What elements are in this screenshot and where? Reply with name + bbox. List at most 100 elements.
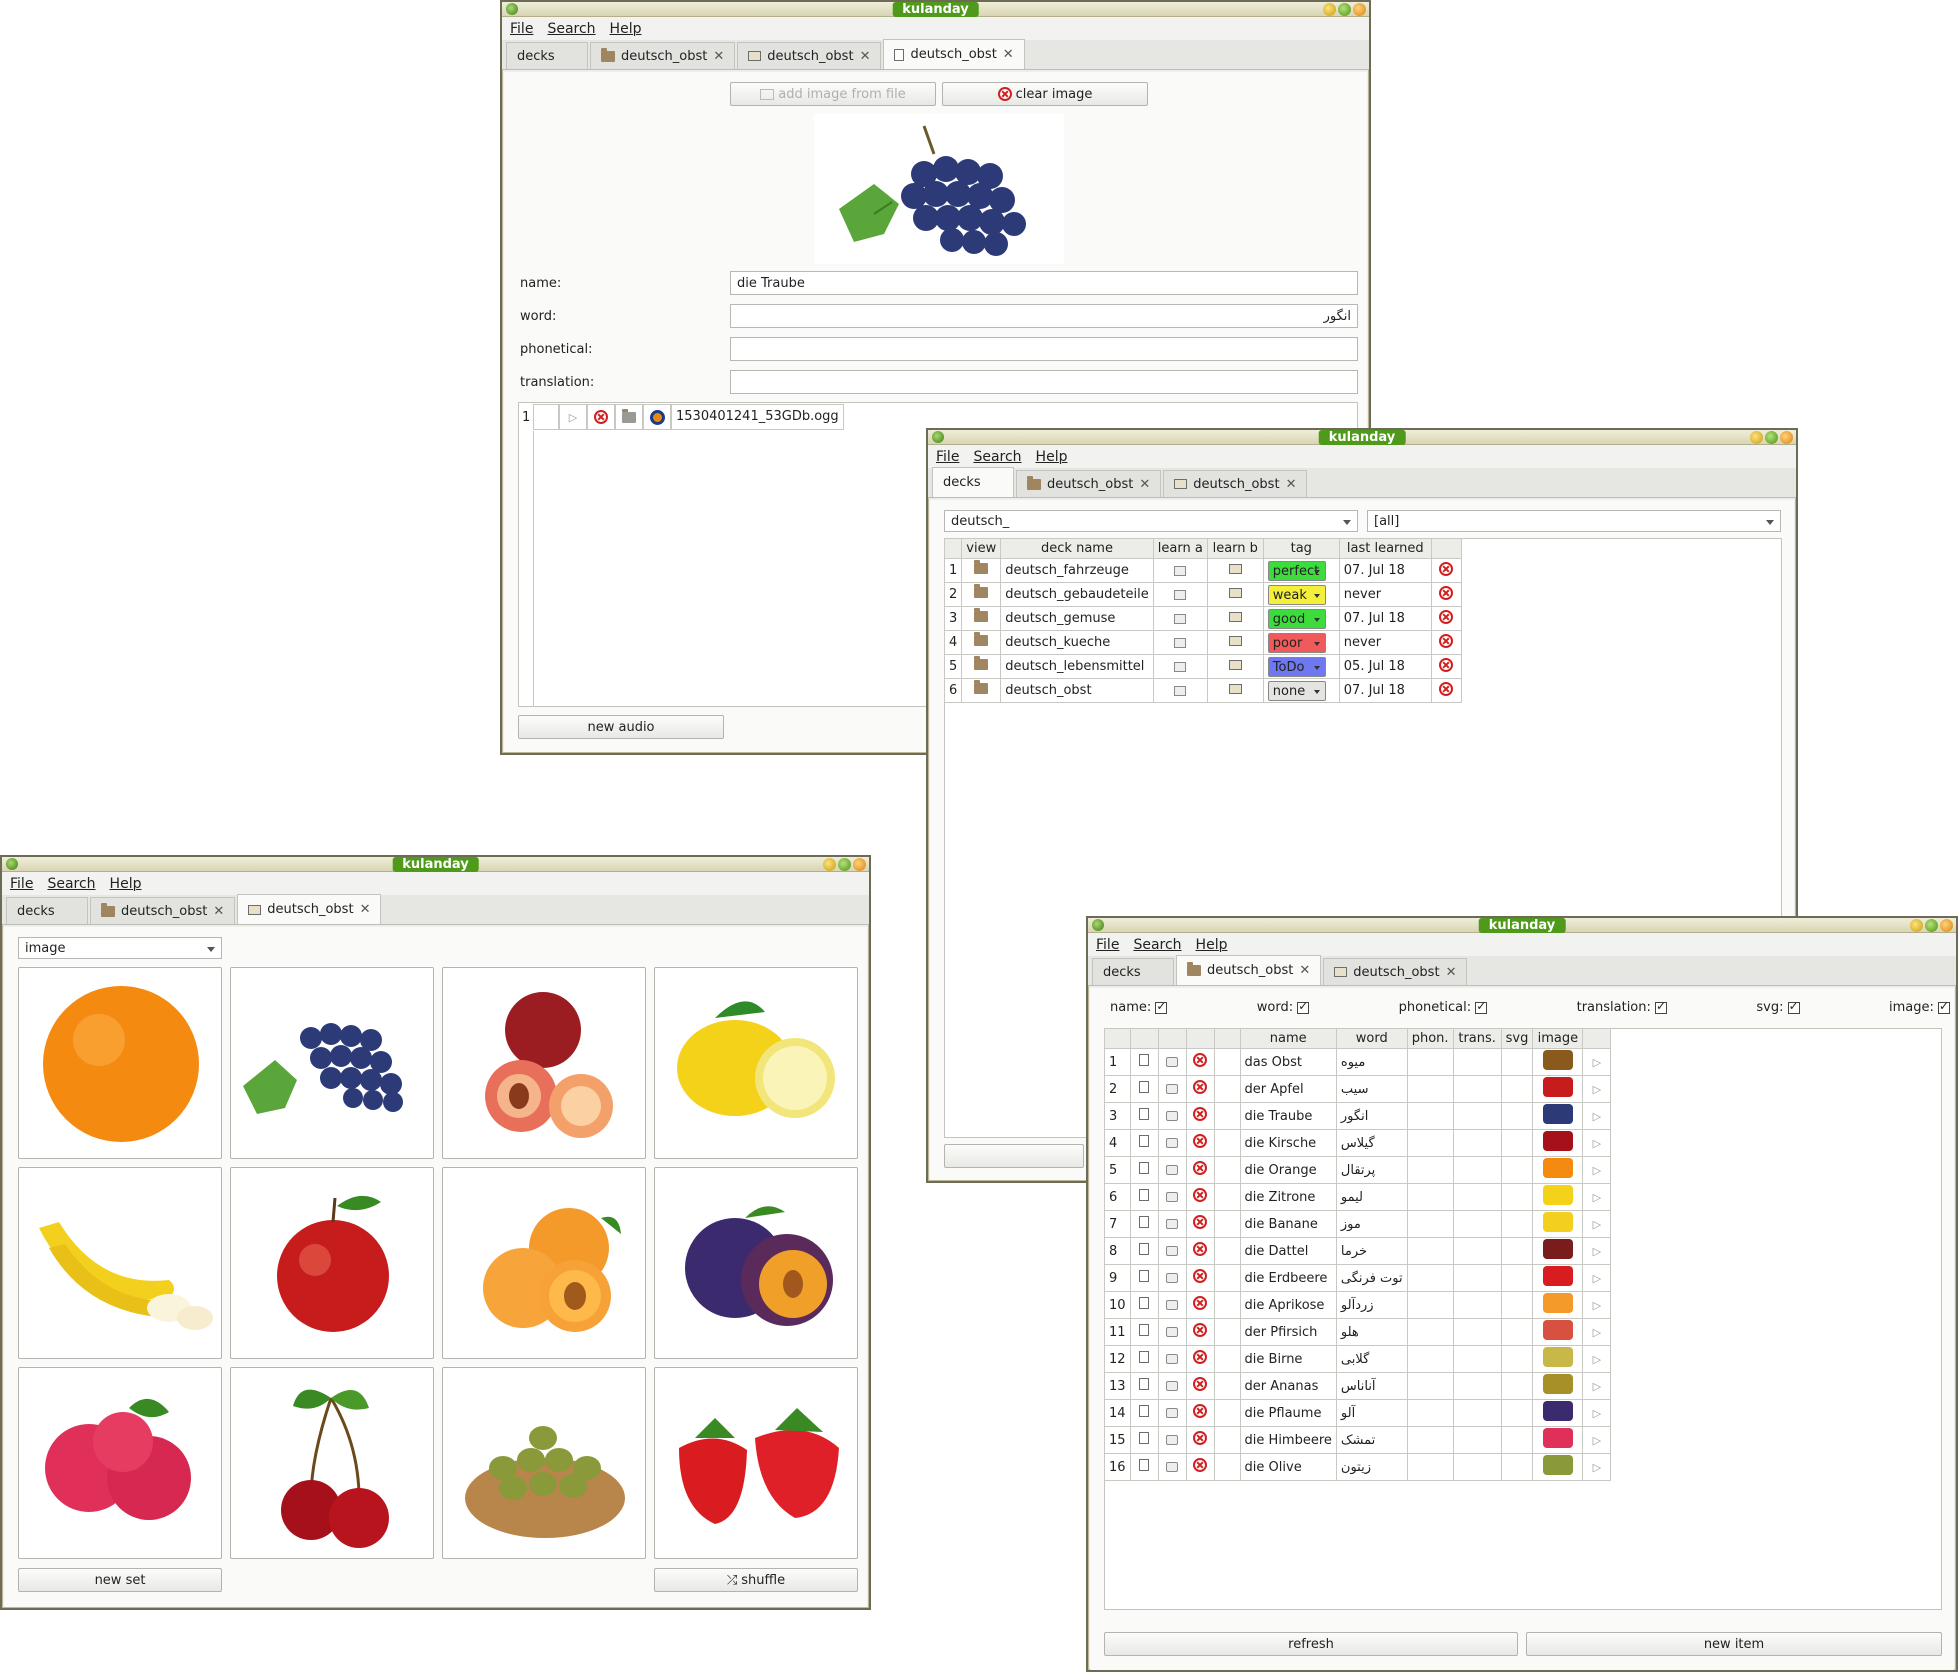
play-icon[interactable]: ▷ [1593,1434,1601,1447]
tag-select[interactable]: poor [1267,632,1326,653]
titlebar[interactable]: kulanday [2,857,869,872]
learn-a-icon[interactable] [1174,685,1187,696]
cherry-card[interactable] [230,1367,434,1559]
open-folder-icon[interactable] [1166,1462,1179,1472]
edit-item-icon[interactable] [1139,1459,1150,1471]
delete-deck-icon[interactable] [1439,657,1454,672]
delete-deck-icon[interactable] [1439,561,1454,576]
edit-item-icon[interactable] [1139,1405,1150,1417]
open-folder-icon[interactable] [1166,1381,1179,1391]
open-folder-icon[interactable] [1166,1057,1179,1067]
maximize-icon[interactable] [1925,919,1938,932]
tab-decks[interactable]: decks [506,42,588,69]
tab-quiz-obst[interactable]: deutsch_obst ✕ [737,42,882,69]
toggle-translation-checkbox[interactable] [1655,999,1668,1014]
close-tab-icon[interactable]: ✕ [860,49,871,64]
titlebar[interactable]: kulanday [1088,918,1956,933]
learn-b-icon[interactable] [1228,636,1242,646]
open-folder-icon[interactable] [1166,1354,1179,1364]
item-row[interactable]: 5 die Orange پرتقال ▷ [1104,1156,1612,1184]
delete-item-icon[interactable] [1193,1323,1208,1337]
menu-help[interactable]: Help [1036,449,1068,465]
deck-row[interactable]: 1 deutsch_fahrzeuge perfect 07. Jul 18 [943,558,1462,583]
item-row[interactable]: 9 die Erdbeere توت فرنگی ▷ [1104,1264,1612,1292]
item-row[interactable]: 12 die Birne گلابی ▷ [1104,1345,1612,1373]
new-item-button[interactable]: new item [1526,1632,1942,1656]
tag-filter-combo[interactable]: [all] [1367,510,1781,532]
close-tab-icon[interactable]: ✕ [1299,963,1310,978]
open-deck-folder-icon[interactable] [974,656,989,670]
delete-item-icon[interactable] [1193,1107,1208,1121]
delete-deck-icon[interactable] [1439,681,1454,696]
toggle-name-checkbox[interactable] [1155,999,1168,1014]
col-image[interactable]: image [1532,1028,1584,1049]
tag-select[interactable]: ToDo [1267,656,1326,677]
close-tab-icon[interactable]: ✕ [1286,477,1297,492]
peach-card[interactable] [442,967,646,1159]
item-row[interactable]: 16 die Olive زیتون ▷ [1104,1453,1612,1481]
item-row[interactable]: 3 die Traube انگور ▷ [1104,1102,1612,1130]
menu-file[interactable]: File [1096,937,1119,953]
new-audio-button[interactable]: new audio [518,715,724,739]
tag-select[interactable]: good [1267,608,1326,629]
banana-card[interactable] [18,1167,222,1359]
col-name[interactable]: name [1239,1028,1337,1049]
menu-search[interactable]: Search [547,21,595,37]
titlebar[interactable]: kulanday [502,2,1369,17]
tab-deck-obst[interactable]: deutsch_obst ✕ [90,897,236,924]
strawberry-card[interactable] [654,1367,858,1559]
menu-file[interactable]: File [936,449,959,465]
olive-card[interactable] [442,1367,646,1559]
item-row[interactable]: 7 die Banane موز ▷ [1104,1210,1612,1238]
open-folder-icon[interactable] [1166,1408,1179,1418]
delete-deck-icon[interactable] [1439,633,1454,648]
toggle-phonetical-checkbox[interactable] [1475,999,1488,1014]
delete-audio-icon[interactable] [594,410,608,424]
item-row[interactable]: 2 der Apfel سیب ▷ [1104,1075,1612,1103]
open-folder-icon[interactable] [1166,1273,1179,1283]
menu-file[interactable]: File [10,876,33,892]
close-icon[interactable] [1940,919,1953,932]
edit-item-icon[interactable] [1139,1324,1150,1336]
tab-decks[interactable]: decks [1092,958,1174,985]
delete-item-icon[interactable] [1193,1053,1208,1067]
lemon-card[interactable] [654,967,858,1159]
titlebar[interactable]: kulanday [928,430,1796,445]
menu-search[interactable]: Search [47,876,95,892]
learn-a-icon[interactable] [1174,589,1187,600]
quiz-mode-combo[interactable]: image [18,937,222,959]
open-deck-folder-icon[interactable] [974,608,989,622]
close-tab-icon[interactable]: ✕ [713,49,724,64]
bottom-button[interactable] [944,1144,1084,1168]
delete-item-icon[interactable] [1193,1350,1208,1364]
deck-row[interactable]: 6 deutsch_obst none 07. Jul 18 [943,678,1462,703]
learn-a-icon[interactable] [1174,613,1187,624]
delete-item-icon[interactable] [1193,1404,1208,1418]
close-icon[interactable] [1353,3,1366,16]
play-icon[interactable]: ▷ [1593,1299,1601,1312]
delete-item-icon[interactable] [1193,1377,1208,1391]
learn-a-icon[interactable] [1174,637,1187,648]
learn-b-icon[interactable] [1228,684,1242,694]
item-row[interactable]: 10 die Aprikose زردآلو ▷ [1104,1291,1612,1319]
col-view[interactable]: view [961,538,1002,559]
close-icon[interactable] [1780,431,1793,444]
delete-item-icon[interactable] [1193,1242,1208,1256]
orange-card[interactable] [18,967,222,1159]
menu-help[interactable]: Help [610,21,642,37]
play-icon[interactable]: ▷ [1593,1380,1601,1393]
toggle-word-checkbox[interactable] [1297,999,1310,1014]
tag-select[interactable]: none [1267,680,1326,701]
edit-item-icon[interactable] [1139,1297,1150,1309]
open-folder-icon[interactable] [1166,1111,1179,1121]
item-row[interactable]: 13 der Ananas آناناس ▷ [1104,1372,1612,1400]
open-folder-icon[interactable] [1166,1246,1179,1256]
edit-item-icon[interactable] [1139,1054,1150,1066]
delete-deck-icon[interactable] [1439,609,1454,624]
minimize-icon[interactable] [1750,431,1763,444]
edit-item-icon[interactable] [1139,1108,1150,1120]
item-row[interactable]: 15 die Himbeere تمشک ▷ [1104,1426,1612,1454]
col-svg[interactable]: svg [1500,1028,1534,1049]
maximize-icon[interactable] [1765,431,1778,444]
new-set-button[interactable]: new set [18,1568,222,1592]
